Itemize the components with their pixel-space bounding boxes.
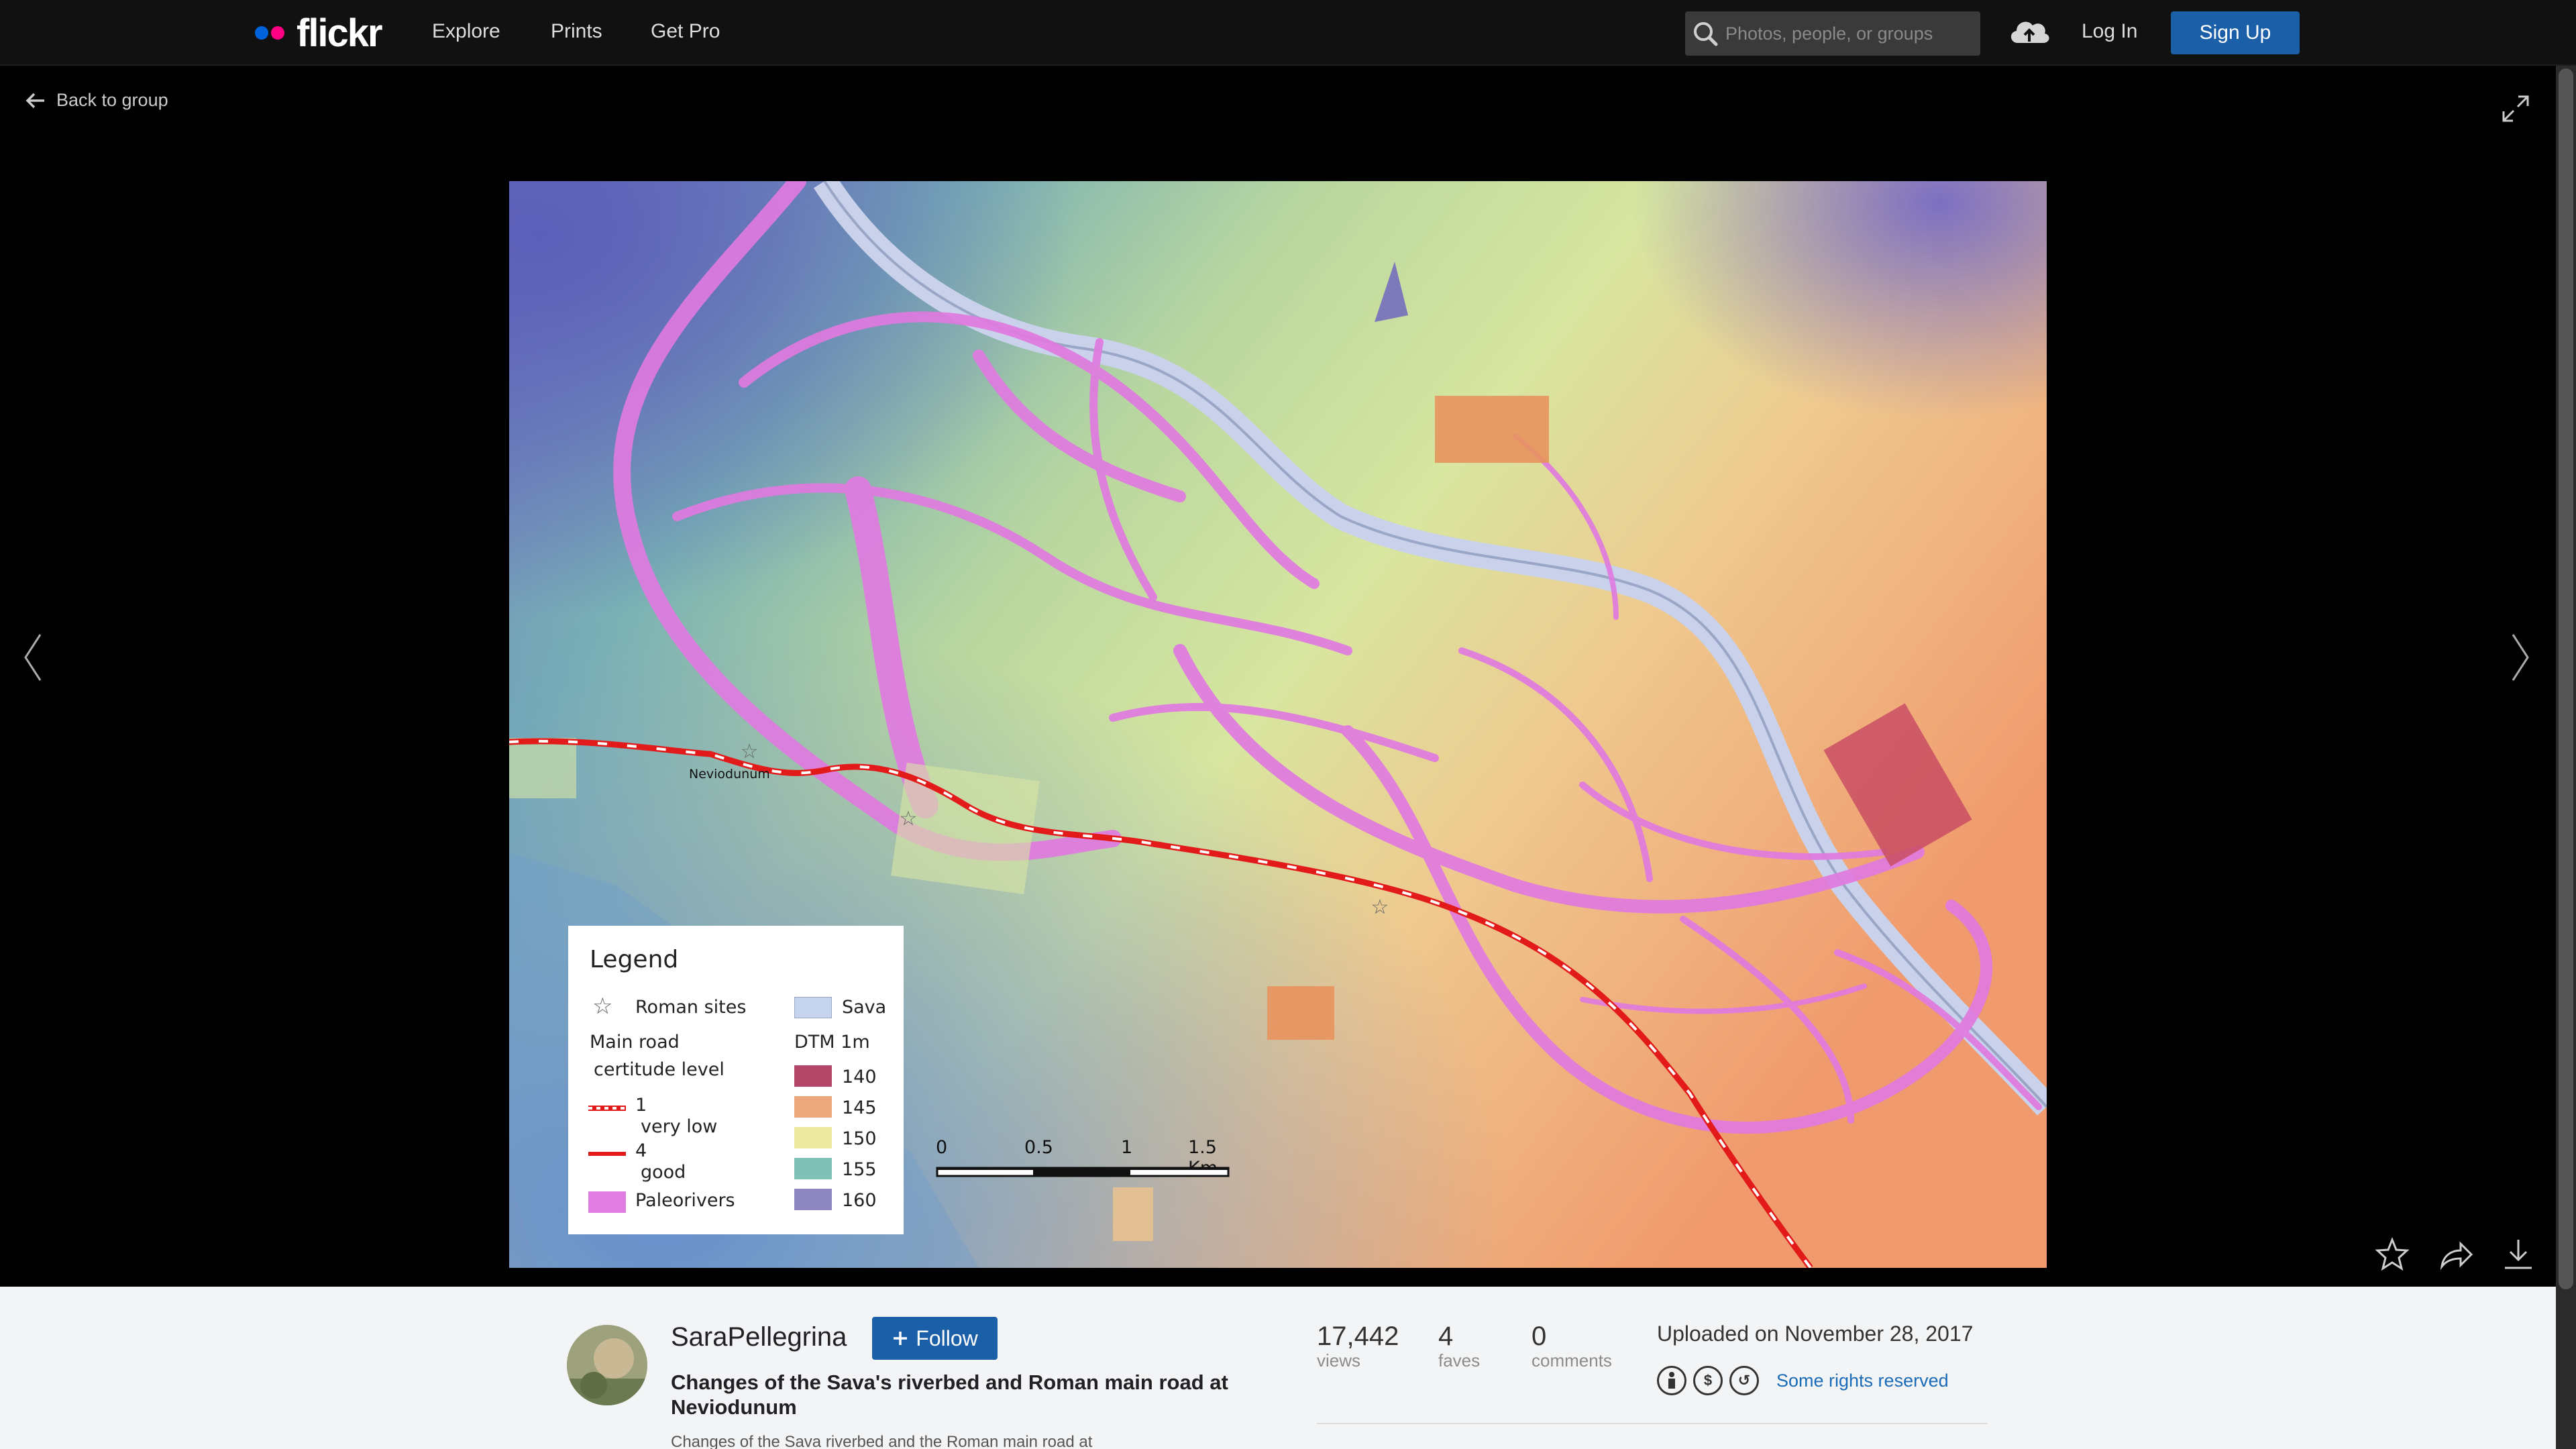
dtm-value-160: 160 [842,1190,877,1211]
legend-dtm: DTM 1m [794,1032,870,1053]
some-rights-reserved-link[interactable]: Some rights reserved [1776,1371,1949,1391]
scrollbar[interactable] [2556,66,2576,1449]
svg-text:☆: ☆ [1371,896,1389,919]
plus-icon [894,1332,908,1345]
roman-site-star-icon: ☆ [592,993,613,1020]
comments-label: comments [1532,1350,1612,1371]
legend-level1: 1 [635,1095,647,1116]
upload-cloud-icon[interactable] [2006,12,2053,52]
cc-noncommercial-icon: $ [1693,1366,1723,1395]
nav-explore[interactable]: Explore [432,20,500,43]
scrollbar-thumb[interactable] [2559,68,2573,1289]
fullscreen-icon[interactable] [2501,94,2530,123]
dtm-swatch-145 [794,1096,832,1118]
legend-sava-swatch [794,997,832,1018]
username[interactable]: SaraPellegrina [671,1322,847,1352]
map-legend: Legend ☆ Roman sites Sava Main road cert… [568,926,904,1234]
fave-star-icon[interactable] [2373,1236,2411,1273]
license-info: $ ↺ Some rights reserved [1657,1366,1949,1395]
divider [1317,1423,1988,1424]
stat-comments: 0 comments [1532,1322,1612,1371]
avatar[interactable] [567,1325,647,1405]
download-icon[interactable] [2500,1236,2537,1273]
cc-sharealike-icon: ↺ [1729,1366,1759,1395]
upload-date: Uploaded on November 28, 2017 [1657,1322,1974,1346]
dtm-swatch-160 [794,1189,832,1210]
legend-certitude: certitude level [594,1059,724,1080]
legend-roman-sites: Roman sites [635,997,747,1018]
dtm-swatch-150 [794,1127,832,1148]
flickr-logo[interactable]: flickr [255,11,383,55]
logo-blue-dot [255,26,268,40]
nav-get-pro[interactable]: Get Pro [651,20,720,43]
previous-photo-icon[interactable] [20,631,47,684]
scale-label-0: 0 [936,1137,948,1158]
comments-count: 0 [1532,1322,1547,1351]
back-label: Back to group [56,90,168,110]
dtm-swatch-140 [794,1065,832,1087]
svg-text:☆: ☆ [741,740,759,763]
back-arrow-icon [25,93,44,108]
back-to-group-link[interactable]: Back to group [24,90,168,111]
legend-paleorivers: Paleorivers [635,1190,735,1211]
stat-views: 17,442 views [1317,1322,1399,1371]
faves-count: 4 [1438,1322,1454,1351]
town-label: Neviodunum [689,767,770,782]
share-icon[interactable] [2436,1236,2474,1273]
scale-bar: 0 0.5 1 1.5 Km [936,1137,1238,1191]
dtm-value-155: 155 [842,1159,877,1180]
signup-button[interactable]: Sign Up [2171,11,2300,54]
views-label: views [1317,1350,1361,1371]
faves-label: faves [1438,1350,1481,1371]
search-input[interactable] [1725,11,1980,56]
legend-paleo-swatch [588,1191,626,1213]
dtm-swatch-155 [794,1158,832,1179]
scale-bar-graphic [936,1167,1230,1177]
logo-text: flickr [297,11,383,55]
legend-level4-desc: good [641,1162,686,1183]
legend-level1-desc: very low [641,1116,718,1137]
road-low-icon [588,1106,626,1111]
legend-sava: Sava [842,997,887,1018]
search-icon[interactable] [1685,11,1725,56]
photo-description: Changes of the Sava riverbed and the Rom… [671,1433,1093,1449]
views-count: 17,442 [1317,1322,1399,1351]
road-good-icon [588,1152,626,1156]
follow-label: Follow [916,1326,978,1350]
login-link[interactable]: Log In [2082,20,2137,43]
legend-title: Legend [590,946,679,973]
dtm-value-150: 150 [842,1128,877,1149]
dtm-value-140: 140 [842,1067,877,1087]
scale-label-1: 1 [1121,1137,1133,1158]
follow-button[interactable]: Follow [872,1317,998,1360]
dtm-value-145: 145 [842,1097,877,1118]
cc-by-icon [1657,1366,1686,1395]
legend-main-road: Main road [590,1032,680,1053]
svg-text:☆: ☆ [900,807,918,830]
next-photo-icon[interactable] [2506,631,2533,684]
legend-level4: 4 [635,1140,647,1161]
photo-map: ☆ ☆ ☆ Neviodunum Legend ☆ Roman sites Sa… [509,181,2047,1268]
logo-pink-dot [271,26,284,40]
photo-title: Changes of the Sava's riverbed and Roman… [671,1371,1228,1419]
nav-prints[interactable]: Prints [551,20,602,43]
scale-label-05: 0.5 [1024,1137,1053,1158]
top-nav: flickr Explore Prints Get Pro Log In Sig… [0,0,2576,66]
search-box [1685,11,1980,56]
photo-info-panel: SaraPellegrina Follow Changes of the Sav… [0,1287,2556,1449]
stat-faves: 4 faves [1438,1322,1480,1371]
